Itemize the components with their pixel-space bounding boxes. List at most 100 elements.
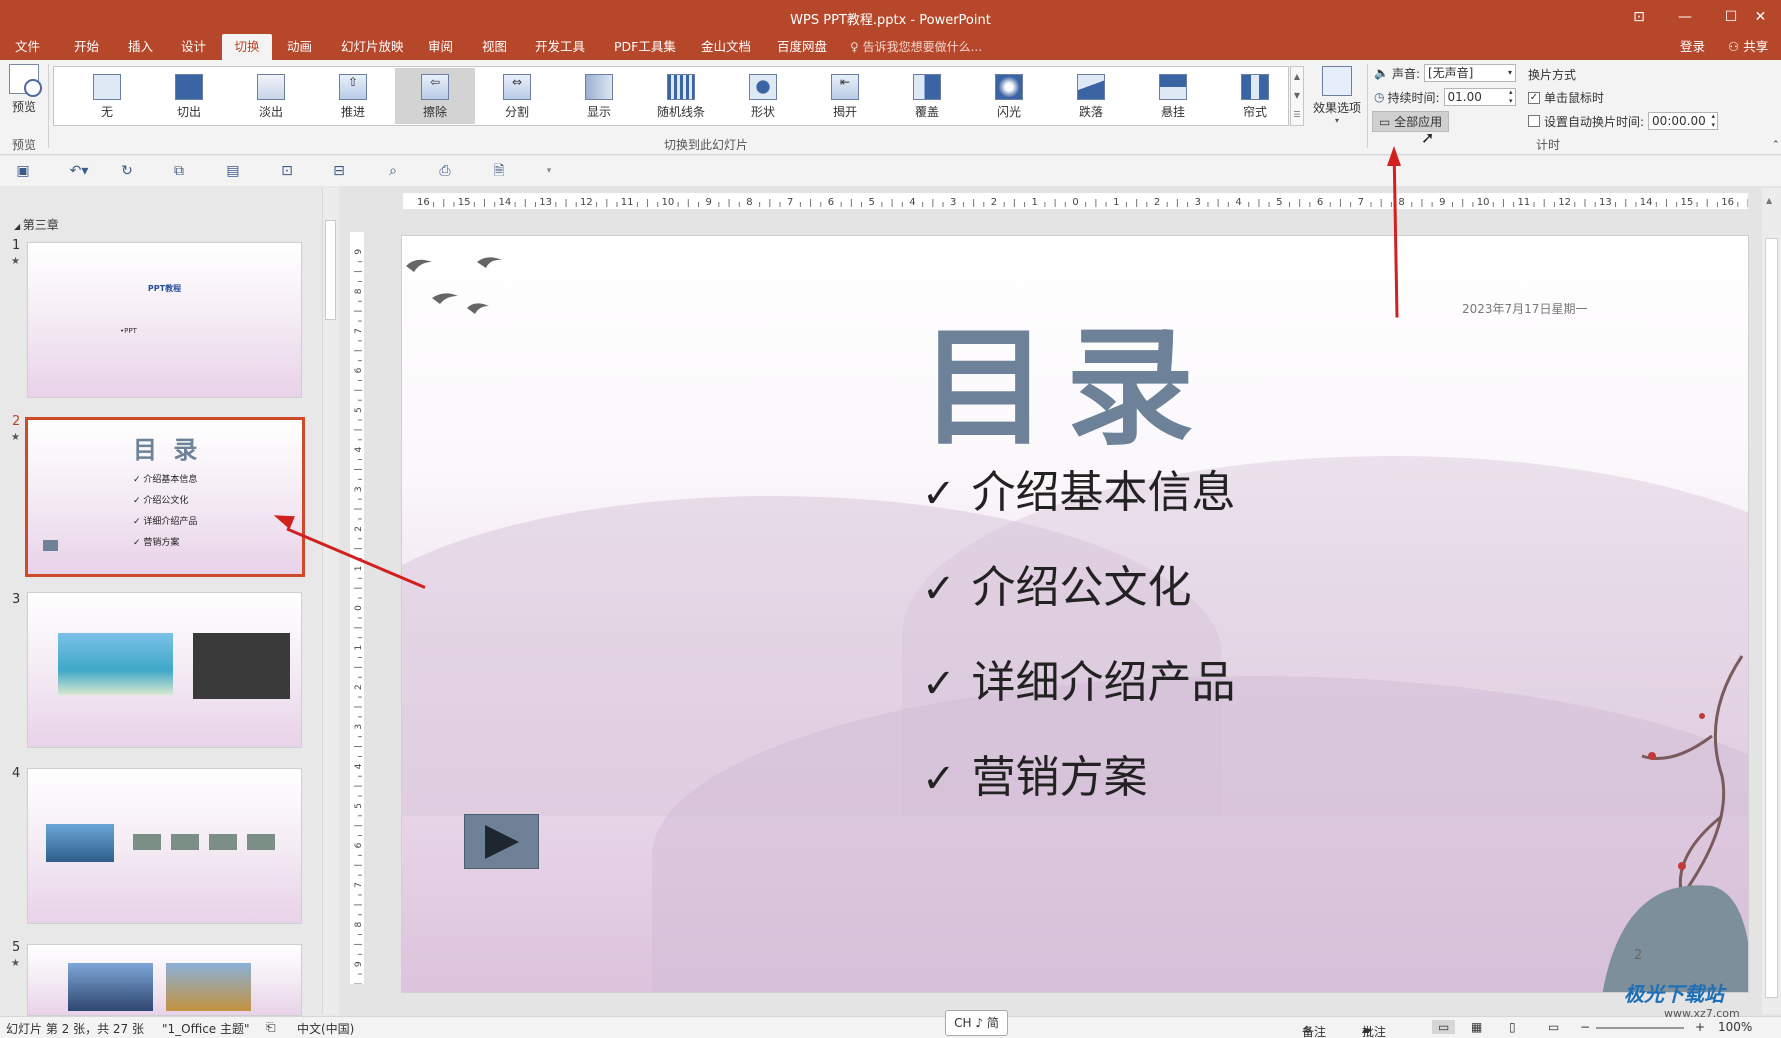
scroll-up-icon[interactable]: ▲ <box>1291 67 1303 86</box>
auto-advance-checkbox[interactable] <box>1528 115 1540 127</box>
share-button[interactable]: ⚇ 共享 <box>1728 34 1768 60</box>
tab-developer[interactable]: 开发工具 <box>527 34 593 60</box>
tab-pdf-tools[interactable]: PDF工具集 <box>606 34 684 60</box>
slide-thumbnail-2[interactable]: 目 录 ✓ 介绍基本信息 ✓ 介绍公文化 ✓ 详细介绍产品 ✓ 营销方案 <box>25 417 305 577</box>
new-slide-icon[interactable]: ⧉ <box>170 163 188 179</box>
bullet-item[interactable]: ✓ 详细介绍产品 <box>922 646 1236 710</box>
transition-fade[interactable]: 淡出 <box>231 68 311 124</box>
play-button-icon[interactable] <box>464 814 539 869</box>
scrollbar-thumb[interactable] <box>1765 238 1778 998</box>
transition-random-bars[interactable]: 随机线条 <box>641 68 721 124</box>
textbox-icon[interactable]: ▤ <box>224 163 242 179</box>
ruler-tick-label: 3 <box>354 724 364 730</box>
auto-advance-input[interactable]: 00:00.00 ▴ ▾ <box>1648 112 1719 130</box>
tell-me-text: 告诉我您想要做什么... <box>862 40 983 54</box>
ime-indicator[interactable]: CH ♪ 简 <box>945 1010 1008 1036</box>
presenter-icon[interactable]: ⊡ <box>278 163 296 179</box>
ruler-tick-label: 11 <box>621 197 634 208</box>
minimize-button[interactable]: — <box>1662 0 1708 34</box>
tab-transitions[interactable]: 切换 <box>222 34 272 60</box>
transition-split-icon: ⇔ <box>503 74 531 100</box>
transition-none[interactable]: 无 <box>67 68 147 124</box>
transitions-group-label: 切换到此幻灯片 <box>664 138 749 152</box>
tab-home[interactable]: 开始 <box>66 34 107 60</box>
spellcheck-icon[interactable]: ⎗ <box>266 1020 276 1035</box>
transition-fall-over[interactable]: 跌落 <box>1051 68 1131 124</box>
auto-advance-row: 设置自动换片时间: 00:00.00 ▴ ▾ <box>1528 112 1719 130</box>
slide-sorter-icon[interactable]: ▦ <box>1471 1020 1482 1034</box>
transition-flash[interactable]: 闪光 <box>969 68 1049 124</box>
zoom-in-icon[interactable]: + <box>1695 1020 1705 1034</box>
close-button[interactable]: ✕ <box>1740 0 1781 34</box>
effect-options-button[interactable]: 效果选项 ▾ <box>1308 60 1366 125</box>
transition-push[interactable]: ⇧ 推进 <box>313 68 393 124</box>
spinner-icon[interactable]: ▴ ▾ <box>1509 88 1513 106</box>
bullet-item[interactable]: ✓ 介绍基本信息 <box>922 456 1236 520</box>
preview-button[interactable]: 预览 <box>6 64 42 115</box>
transition-cut[interactable]: 切出 <box>149 68 229 124</box>
thumbnail-scrollbar[interactable] <box>322 188 338 1014</box>
document-icon[interactable]: 🗎 <box>490 163 508 179</box>
slide-title[interactable]: 目录 <box>920 284 1212 469</box>
slideshow-icon[interactable]: ⊟ <box>330 163 348 179</box>
tab-view[interactable]: 视图 <box>474 34 515 60</box>
sound-dropdown[interactable]: [无声音] ▾ <box>1424 64 1516 82</box>
apply-to-all-button[interactable]: ▭ 全部应用 <box>1372 111 1450 132</box>
normal-view-icon[interactable]: ▭ <box>1432 1020 1456 1034</box>
bullet-item[interactable]: ✓ 营销方案 <box>922 741 1148 805</box>
login-link[interactable]: 登录 <box>1680 34 1705 60</box>
duration-input[interactable]: 01.00 ▴ ▾ <box>1443 88 1516 106</box>
zoom-out-icon[interactable]: − <box>1580 1020 1590 1034</box>
slide-thumbnail-4[interactable] <box>27 768 302 924</box>
tab-baidu-pan[interactable]: 百度网盘 <box>769 34 835 60</box>
language[interactable]: 中文(中国) <box>297 1020 354 1037</box>
zoom-icon[interactable]: ⌕ <box>384 163 402 179</box>
slide-thumbnail-5[interactable] <box>27 944 302 1016</box>
transition-drape[interactable]: 悬挂 <box>1133 68 1213 124</box>
tab-design[interactable]: 设计 <box>173 34 214 60</box>
customize-toolbar-icon[interactable]: ▾ <box>540 163 558 179</box>
spinner-icon[interactable]: ▴ ▾ <box>1712 112 1716 130</box>
scroll-up-icon[interactable]: ▲ <box>1766 196 1772 205</box>
transition-split[interactable]: ⇔ 分割 <box>477 68 557 124</box>
zoom-slider[interactable] <box>1596 1027 1684 1029</box>
transition-uncover[interactable]: ⇤ 揭开 <box>805 68 885 124</box>
transition-wipe[interactable]: ⇦ 擦除 <box>395 68 475 124</box>
thumb-subtitle: •PPT <box>120 327 137 335</box>
slide-date[interactable]: 2023年7月17日星期一 <box>1462 300 1587 317</box>
transition-reveal[interactable]: 显示 <box>559 68 639 124</box>
slide-thumbnail-3[interactable] <box>27 592 302 748</box>
tab-insert[interactable]: 插入 <box>120 34 161 60</box>
undo-icon[interactable]: ↶▾ <box>64 163 94 179</box>
tell-me-box[interactable]: ♀ 告诉我您想要做什么... <box>850 34 982 60</box>
gallery-more-icon[interactable]: ☰ <box>1291 105 1303 124</box>
gallery-scroll[interactable]: ▲ ▼ ☰ <box>1290 66 1304 126</box>
tab-animations[interactable]: 动画 <box>279 34 320 60</box>
bullet-item[interactable]: ✓ 介绍公文化 <box>922 551 1192 615</box>
scroll-down-icon[interactable]: ▼ <box>1291 86 1303 105</box>
slideshow-view-icon[interactable]: ▭ <box>1548 1020 1559 1034</box>
scrollbar-thumb[interactable] <box>325 220 336 320</box>
zoom-level[interactable]: 100% <box>1718 1020 1752 1034</box>
collapse-triangle-icon[interactable]: ◢ <box>14 222 23 231</box>
tab-file[interactable]: 文件 <box>7 34 48 60</box>
transition-shape[interactable]: 形状 <box>723 68 803 124</box>
save-icon[interactable]: ▣ <box>14 163 32 179</box>
ribbon-display-icon[interactable]: ⊡ <box>1616 0 1662 34</box>
tab-review[interactable]: 审阅 <box>420 34 461 60</box>
editor-scrollbar[interactable]: ▲ <box>1762 188 1781 1014</box>
collapse-ribbon-icon[interactable]: ⌃ <box>1772 140 1780 150</box>
slide-thumbnail-1[interactable]: PPT教程 •PPT <box>27 242 302 398</box>
redo-icon[interactable]: ↻ <box>118 163 136 179</box>
reading-view-icon[interactable]: ▯ <box>1509 1020 1516 1034</box>
transition-cover[interactable]: 覆盖 <box>887 68 967 124</box>
print-preview-icon[interactable]: ⎙ <box>436 163 454 179</box>
on-click-checkbox[interactable]: ✓ <box>1528 91 1540 104</box>
transition-cover-icon <box>913 74 941 100</box>
tab-kdocs[interactable]: 金山文档 <box>693 34 759 60</box>
current-slide[interactable]: 目录 2023年7月17日星期一 ✓ 介绍基本信息 ✓ 介绍公文化 ✓ 详细介绍产品 … <box>401 235 1749 993</box>
ruler-tick-label: 8 <box>1398 197 1404 208</box>
tab-slideshow[interactable]: 幻灯片放映 <box>333 34 412 60</box>
transition-curtains[interactable]: 帘式 <box>1215 68 1295 124</box>
section-header[interactable]: ◢ 第三章 <box>14 216 59 233</box>
